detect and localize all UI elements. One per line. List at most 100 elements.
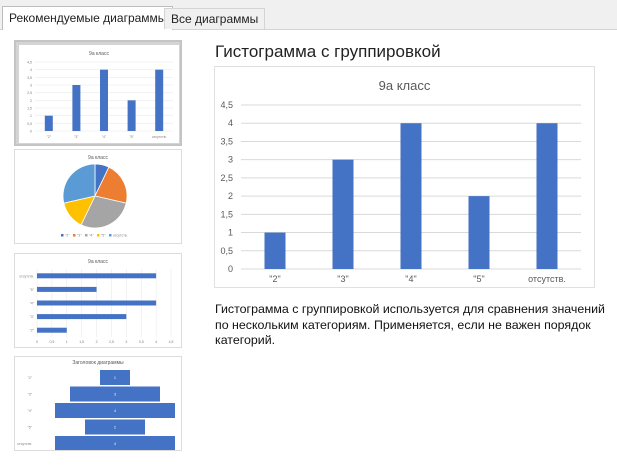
thumbnail-clustered-column[interactable]: 9а класс 0 0,5 1 1,5 2 2,5 3 3,5 4 4,5 "2" "3" "4" "5"… (14, 40, 182, 146)
chart-thumbnail-list: 9а класс 0 0,5 1 1,5 2 2,5 3 3,5 4 4,5 "2" "3" "4" "5"… (4, 34, 200, 464)
y-tick-label: 1,5 (220, 209, 233, 219)
tab-bar: Рекомендуемые диаграммы Все диаграммы (0, 0, 617, 30)
thumb-data-label: 1 (114, 376, 116, 380)
thumb-legend-label: "3" (77, 234, 82, 238)
thumb-bar (37, 273, 157, 279)
thumb-bar (37, 327, 67, 333)
thumb-bar (37, 300, 157, 306)
thumb-y-tick-label: "2" (30, 329, 35, 333)
thumb-x-tick-label: 1,5 (79, 340, 84, 344)
tab-all-charts[interactable]: Все диаграммы (164, 8, 266, 29)
thumb-category-label: "3" (28, 393, 33, 397)
thumbnail-clustered-column-preview: 9а класс 0 0,5 1 1,5 2 2,5 3 3,5 4 4,5 "2" "3" "4" "5"… (19, 45, 179, 143)
thumb-bar (37, 286, 97, 292)
thumb-data-label: 4 (114, 442, 116, 446)
thumb-y-tick-label: отсутств. (19, 274, 34, 278)
thumbnail-funnel[interactable]: Заголовок диаграммы 1 "2" 3 "3" 4 "4" 2 "5" 4 отсу… (14, 356, 182, 451)
thumb-y-tick-label: 2 (30, 99, 32, 103)
bar (468, 196, 490, 269)
thumb-x-tick-label: 4 (155, 340, 157, 344)
bar (400, 123, 422, 269)
thumb-legend-label: отсутств. (113, 234, 128, 238)
y-tick-label: 3 (228, 155, 233, 165)
thumb-x-tick-label: 3 (125, 340, 127, 344)
thumb-bar (127, 100, 136, 131)
y-tick-label: 4,5 (220, 100, 233, 110)
thumb-bar (44, 115, 53, 131)
chart-type-title: Гистограмма с группировкой (215, 42, 441, 61)
thumb-legend-swatch (85, 234, 88, 237)
thumb-x-tick-label: 0,5 (49, 340, 54, 344)
bar (536, 123, 558, 269)
thumb-bar (100, 69, 108, 131)
thumb-legend-swatch (109, 234, 112, 237)
thumb-legend-label: "2" (65, 234, 70, 238)
chart-title: 9а класс (379, 78, 431, 93)
thumb-category-label: "5" (28, 426, 33, 430)
thumb-y-tick-label: 1,5 (27, 107, 32, 111)
thumb-legend-label: "5" (101, 234, 106, 238)
thumb-x-tick-label: отсутств. (152, 135, 167, 139)
thumb-x-tick-label: "5" (129, 135, 134, 139)
thumb-data-label: 3 (114, 393, 116, 397)
thumb-bar (37, 314, 127, 320)
tab-recommended-charts[interactable]: Рекомендуемые диаграммы (2, 6, 174, 30)
thumb-y-tick-label: "3" (30, 315, 35, 319)
thumb-x-tick-label: "2" (47, 135, 52, 139)
thumb-title: Заголовок диаграммы (72, 360, 124, 366)
thumb-title: 9а класс (88, 155, 108, 161)
thumbnail-pie-preview: 9а класс "2" "3" "4" "5" отсутств. (61, 155, 128, 238)
x-tick-label: "4" (405, 274, 416, 284)
thumbnail-funnel-preview: Заголовок диаграммы 1 "2" 3 "3" 4 "4" 2 "5" 4 отсу… (17, 360, 175, 450)
thumb-x-tick-label: 2 (96, 340, 98, 344)
thumb-y-tick-label: 4 (30, 68, 32, 72)
y-tick-label: 2 (228, 191, 233, 201)
chart-preview: 9а класс 0 0,5 1 1,5 2 2,5 3 3,5 4 4,5 "2" "3" "4" "5"… (214, 66, 595, 288)
bar (264, 232, 286, 269)
x-tick-label: "3" (337, 274, 348, 284)
x-tick-label: "5" (473, 274, 484, 284)
thumb-data-label: 4 (114, 409, 116, 413)
thumb-bar (72, 85, 81, 131)
thumb-data-label: 2 (114, 426, 116, 430)
thumb-y-tick-label: 4,5 (27, 61, 32, 65)
thumb-y-tick-label: 3 (30, 84, 32, 88)
thumb-background (19, 45, 179, 143)
thumb-y-tick-label: "5" (30, 288, 35, 292)
thumb-y-tick-label: 0 (30, 130, 32, 134)
thumb-legend-label: "4" (89, 234, 94, 238)
thumb-x-tick-label: 4,5 (169, 340, 174, 344)
thumb-x-tick-label: 2,5 (109, 340, 114, 344)
thumbnail-bar-preview: 9а класс 0 0,5 1 1,5 2 2,5 3 3,5 4 4,5 отсутств. "5"… (19, 259, 174, 344)
thumb-bar (155, 69, 164, 131)
thumb-pie-slice (62, 163, 96, 204)
bar (332, 159, 354, 269)
chart-preview-svg: 9а класс 0 0,5 1 1,5 2 2,5 3 3,5 4 4,5 "2" "3" "4" "5"… (215, 67, 594, 287)
thumb-x-tick-label: "4" (102, 135, 107, 139)
thumb-y-tick-label: "4" (30, 302, 35, 306)
y-tick-label: 0,5 (220, 246, 233, 256)
y-tick-label: 2,5 (220, 173, 233, 183)
thumb-y-tick-label: 3,5 (27, 76, 32, 80)
thumb-legend-swatch (73, 234, 76, 237)
y-tick-label: 4 (228, 118, 233, 128)
thumb-title: 9а класс (89, 51, 109, 57)
thumb-y-tick-label: 2,5 (27, 91, 32, 95)
chart-type-description: Гистограмма с группировкой используется … (215, 302, 605, 347)
thumb-x-tick-label: 0 (36, 340, 38, 344)
y-tick-label: 1 (228, 228, 233, 238)
thumb-legend-swatch (97, 234, 100, 237)
thumb-y-tick-label: 1 (30, 114, 32, 118)
thumb-category-label: "2" (28, 376, 33, 380)
thumb-legend-swatch (61, 234, 64, 237)
y-tick-label: 0 (228, 264, 233, 274)
y-tick-label: 3,5 (220, 136, 233, 146)
x-tick-label: "2" (269, 274, 280, 284)
thumb-x-tick-label: 1 (66, 340, 68, 344)
thumb-category-label: отсутств. (17, 442, 32, 446)
thumb-x-tick-label: "3" (74, 135, 79, 139)
thumbnail-pie[interactable]: 9а класс "2" "3" "4" "5" отсутств. (14, 149, 182, 244)
thumbnail-bar[interactable]: 9а класс 0 0,5 1 1,5 2 2,5 3 3,5 4 4,5 отсутств. "5"… (14, 253, 182, 348)
thumb-y-tick-label: 0,5 (27, 122, 32, 126)
thumb-category-label: "4" (28, 409, 33, 413)
